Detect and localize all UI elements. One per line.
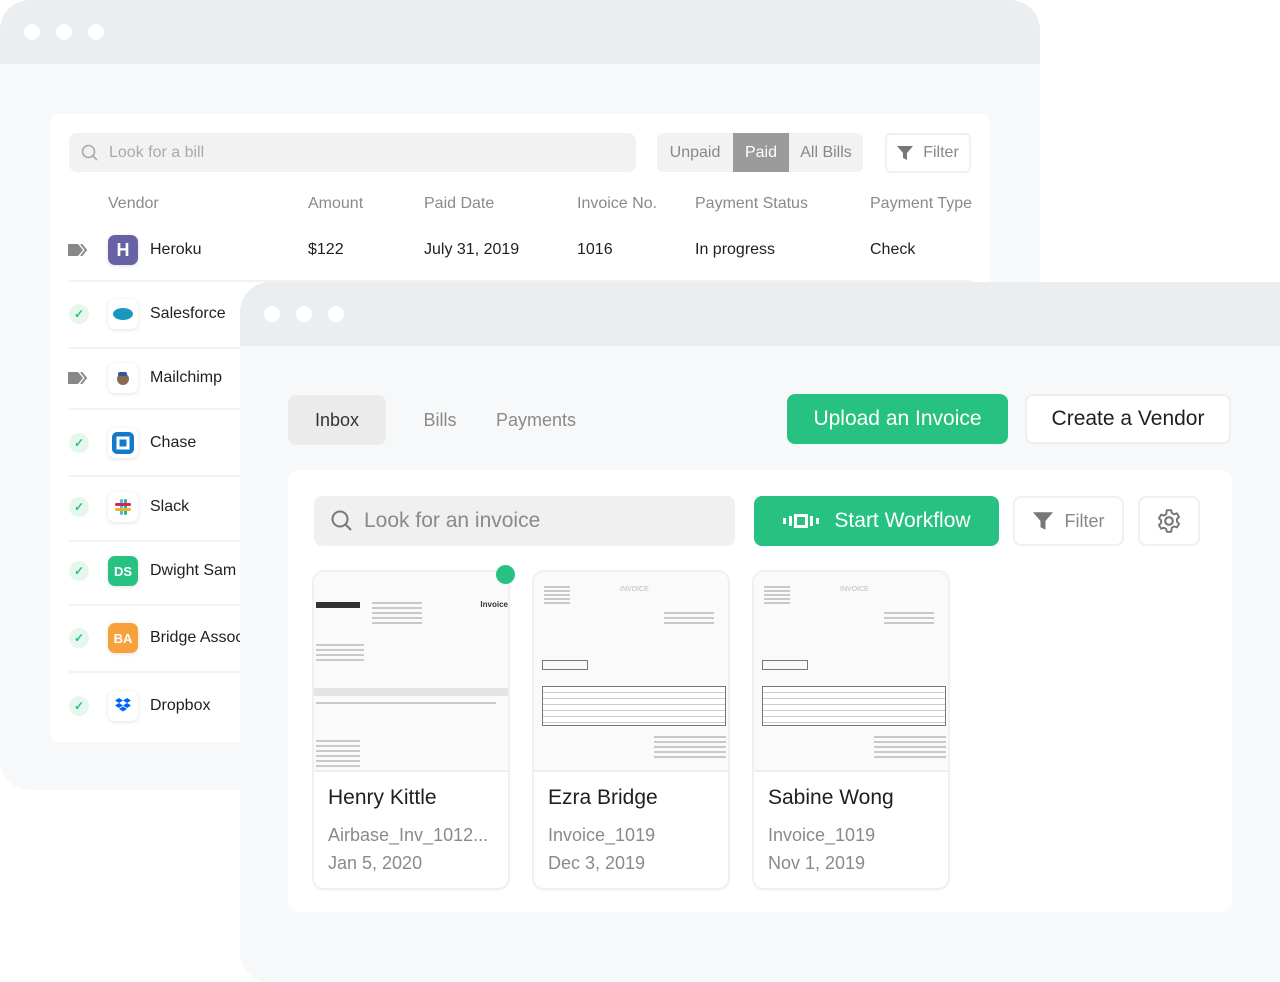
paid-check-icon: ✓ <box>69 304 89 324</box>
invoice-date: Dec 3, 2019 <box>548 853 646 873</box>
vendor-logo <box>108 299 138 329</box>
invoice-filter-button[interactable]: Filter <box>1013 496 1124 546</box>
amount: $122 <box>308 241 344 258</box>
vendor-name[interactable]: Heroku <box>150 241 202 259</box>
paid-check-icon: ✓ <box>69 433 89 453</box>
invoice-thumbnail: INVOICE <box>534 572 728 772</box>
vendor-logo: DS <box>108 556 138 586</box>
vendor-name[interactable]: Dropbox <box>150 697 210 715</box>
status-segmented-control: Unpaid Paid All Bills <box>657 133 863 172</box>
create-vendor-button[interactable]: Create a Vendor <box>1025 394 1231 444</box>
search-placeholder: Look for an invoice <box>364 509 541 532</box>
invoice-no: 1016 <box>577 241 613 258</box>
vendor-name[interactable]: Slack <box>150 498 189 516</box>
in-progress-tag-icon <box>68 244 88 256</box>
vendor-logo <box>108 492 138 522</box>
settings-button[interactable] <box>1138 496 1200 546</box>
invoice-search-input[interactable]: Look for an invoice <box>314 496 735 546</box>
title-bar <box>0 0 1040 64</box>
payment-status: In progress <box>695 241 776 258</box>
invoice-date: Nov 1, 2019 <box>768 853 866 873</box>
search-icon <box>331 510 352 531</box>
invoice-date: Jan 5, 2020 <box>328 853 423 873</box>
doc-title: Invoice <box>480 600 508 609</box>
invoice-card[interactable]: INVOICE Ezra Bridge Invoice_1019 Dec 3, … <box>534 572 728 888</box>
column-header-amount[interactable]: Amount <box>308 195 363 213</box>
workflow-label: Start Workflow <box>834 509 971 532</box>
invoice-thumbnail: Invoice <box>314 572 508 772</box>
column-header-payment-status[interactable]: Payment Status <box>695 195 808 213</box>
logo-text: DS <box>113 563 133 579</box>
filter-label: Filter <box>1064 510 1105 531</box>
workflow-icon <box>783 514 820 528</box>
window-dot <box>264 306 280 322</box>
doc-title: INVOICE <box>620 586 649 593</box>
filter-icon <box>897 146 914 160</box>
unread-indicator <box>496 565 515 584</box>
vendor-name[interactable]: Chase <box>150 434 196 452</box>
invoice-file-name: Airbase_Inv_1012... <box>328 825 489 845</box>
vendor-logo <box>108 428 138 458</box>
logo-text: BA <box>113 630 133 646</box>
paid-check-icon: ✓ <box>69 696 89 716</box>
column-header-vendor[interactable]: Vendor <box>108 195 159 213</box>
paid-date: July 31, 2019 <box>424 241 520 258</box>
vendor-logo <box>108 691 138 721</box>
window-dot <box>56 24 72 40</box>
vendor-name[interactable]: Dwight Sam <box>150 562 236 580</box>
invoice-sender: Sabine Wong <box>768 786 894 809</box>
window-dot <box>328 306 344 322</box>
invoice-thumbnail: INVOICE <box>754 572 948 772</box>
vendor-name[interactable]: Salesforce <box>150 305 226 323</box>
segment-unpaid[interactable]: Unpaid <box>657 133 733 172</box>
invoice-sender: Henry Kittle <box>328 786 437 809</box>
invoice-sender: Ezra Bridge <box>548 786 658 809</box>
tab-payments[interactable]: Payments <box>490 395 582 445</box>
column-header-invoice-no[interactable]: Invoice No. <box>577 195 657 213</box>
tab-bills[interactable]: Bills <box>412 395 468 445</box>
column-header-payment-type[interactable]: Payment Type <box>870 195 972 213</box>
paid-check-icon: ✓ <box>69 628 89 648</box>
invoice-card[interactable]: INVOICE Sabine Wong Invoice_1019 Nov 1, … <box>754 572 948 888</box>
vendor-name[interactable]: Mailchimp <box>150 369 222 387</box>
vendor-logo: BA <box>108 623 138 653</box>
start-workflow-button[interactable]: Start Workflow <box>754 496 999 546</box>
vendor-logo <box>108 363 138 393</box>
segment-all-bills[interactable]: All Bills <box>789 133 863 172</box>
invoice-card[interactable]: Invoice Henry Kittle Airbase_Inv_1012...… <box>314 572 508 888</box>
in-progress-tag-icon <box>68 372 88 384</box>
logo-text: H <box>116 239 130 260</box>
window-dot <box>296 306 312 322</box>
column-header-paid-date[interactable]: Paid Date <box>424 195 494 213</box>
paid-check-icon: ✓ <box>69 561 89 581</box>
filter-icon <box>1032 512 1053 530</box>
window-dot <box>24 24 40 40</box>
invoice-file-name: Invoice_1019 <box>548 825 656 845</box>
vendor-logo: H <box>108 235 138 265</box>
segment-paid[interactable]: Paid <box>733 133 789 172</box>
window-dot <box>88 24 104 40</box>
upload-invoice-button[interactable]: Upload an Invoice <box>787 394 1008 444</box>
title-bar <box>240 282 1280 346</box>
payment-type: Check <box>870 241 916 258</box>
search-icon <box>81 144 98 161</box>
bill-search-input[interactable]: Look for a bill <box>69 133 636 172</box>
doc-title: INVOICE <box>840 586 869 593</box>
tab-inbox[interactable]: Inbox <box>288 395 386 445</box>
search-placeholder: Look for a bill <box>109 143 205 161</box>
filter-label: Filter <box>923 144 959 161</box>
paid-check-icon: ✓ <box>69 497 89 517</box>
gear-icon <box>1157 509 1181 533</box>
invoice-file-name: Invoice_1019 <box>768 825 876 845</box>
bills-filter-button[interactable]: Filter <box>885 133 971 173</box>
